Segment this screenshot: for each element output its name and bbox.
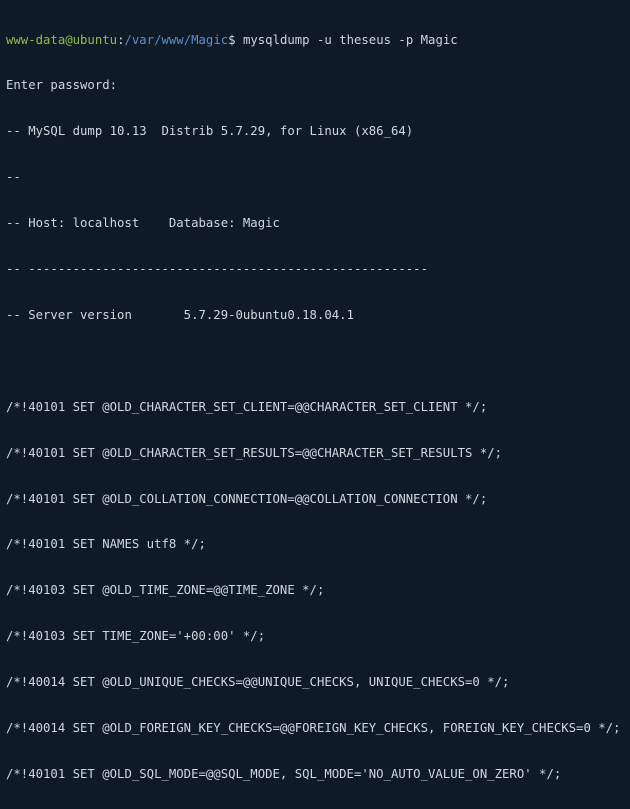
prompt-user-host: www-data@ubuntu	[6, 33, 117, 47]
terminal-line	[6, 354, 624, 369]
terminal-line: /*!40101 SET NAMES utf8 */;	[6, 537, 624, 552]
terminal-line: -- MySQL dump 10.13 Distrib 5.7.29, for …	[6, 124, 624, 139]
terminal-line: Enter password:	[6, 78, 624, 93]
terminal-line: --	[6, 170, 624, 185]
prompt-line: www-data@ubuntu:/var/www/Magic$ mysqldum…	[6, 33, 624, 48]
terminal-line: -- -------------------------------------…	[6, 262, 624, 277]
terminal-line: /*!40101 SET @OLD_COLLATION_CONNECTION=@…	[6, 492, 624, 507]
terminal-line: -- Server version 5.7.29-0ubuntu0.18.04.…	[6, 308, 624, 323]
terminal-line: /*!40101 SET @OLD_SQL_MODE=@@SQL_MODE, S…	[6, 767, 624, 782]
terminal-output[interactable]: www-data@ubuntu:/var/www/Magic$ mysqldum…	[0, 0, 630, 809]
terminal-line: /*!40101 SET @OLD_CHARACTER_SET_RESULTS=…	[6, 446, 624, 461]
terminal-line: /*!40103 SET @OLD_TIME_ZONE=@@TIME_ZONE …	[6, 583, 624, 598]
terminal-line: -- Host: localhost Database: Magic	[6, 216, 624, 231]
terminal-line: /*!40014 SET @OLD_UNIQUE_CHECKS=@@UNIQUE…	[6, 675, 624, 690]
terminal-line: /*!40103 SET TIME_ZONE='+00:00' */;	[6, 629, 624, 644]
prompt-command: mysqldump -u theseus -p Magic	[243, 33, 458, 47]
terminal-line: /*!40014 SET @OLD_FOREIGN_KEY_CHECKS=@@F…	[6, 721, 624, 736]
terminal-line: /*!40101 SET @OLD_CHARACTER_SET_CLIENT=@…	[6, 400, 624, 415]
prompt-dollar: $	[228, 33, 243, 47]
prompt-path-prefix: /var/www/	[124, 33, 191, 47]
prompt-path-dir: Magic	[191, 33, 228, 47]
